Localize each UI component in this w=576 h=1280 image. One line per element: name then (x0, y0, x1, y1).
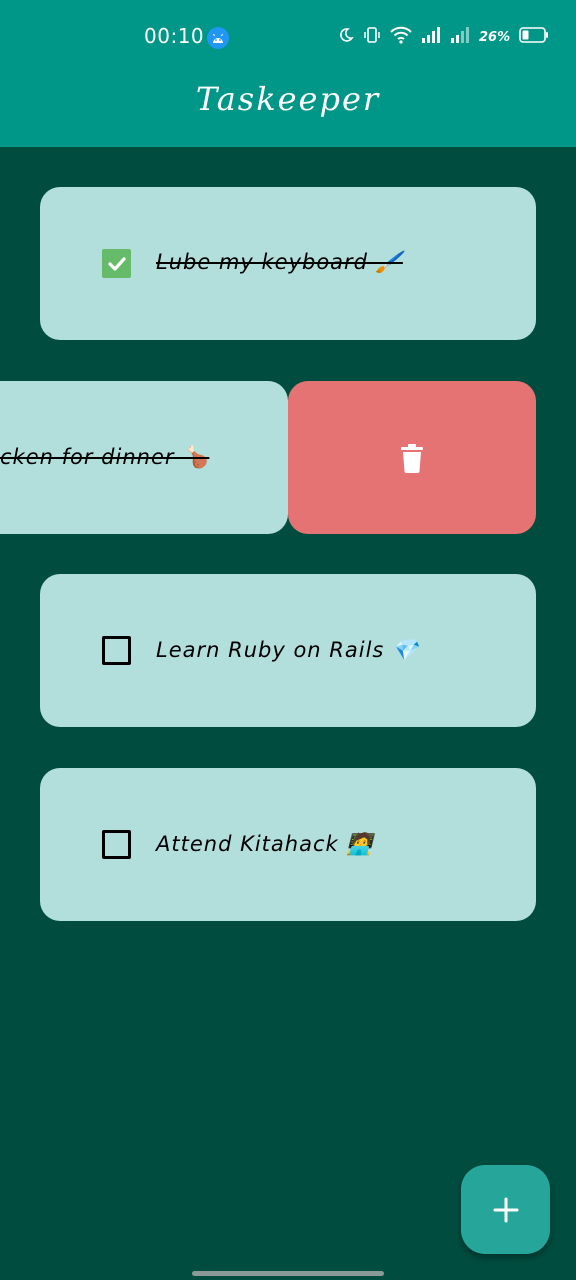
status-bar: 00:10 26% (0, 0, 576, 72)
task-checkbox[interactable] (102, 830, 131, 859)
task-card-swiped[interactable]: cken for dinner 🍗 (0, 381, 288, 534)
signal-icon (421, 27, 441, 47)
signal-icon-2 (450, 27, 470, 47)
task-card[interactable]: Attend Kitahack 🧑‍💻 (40, 768, 536, 921)
trash-icon (401, 443, 423, 473)
delete-task-button[interactable] (288, 381, 536, 534)
add-task-button[interactable] (461, 1165, 550, 1254)
task-label: Lube my keyboard 🖌️ (156, 250, 403, 274)
task-checkbox[interactable] (102, 636, 131, 665)
android-notification-icon (207, 27, 229, 49)
app-title: Taskeeper (195, 80, 381, 118)
status-icons: 26% (338, 26, 549, 48)
app-header: 00:10 26% Taskeeper (0, 0, 576, 147)
plus-icon (493, 1197, 518, 1222)
vibrate-icon (363, 26, 381, 48)
task-label: Attend Kitahack 🧑‍💻 (156, 832, 374, 856)
task-card[interactable]: Lube my keyboard 🖌️ (40, 187, 536, 340)
swiped-task-clip: cken for dinner 🍗 (0, 381, 288, 534)
battery-icon (519, 27, 549, 47)
task-checkbox[interactable] (102, 249, 131, 278)
task-label: Learn Ruby on Rails 💎 (156, 638, 420, 662)
wifi-icon (390, 26, 412, 48)
battery-percentage: 26% (479, 29, 511, 45)
moon-icon (338, 27, 354, 47)
task-card[interactable]: Learn Ruby on Rails 💎 (40, 574, 536, 727)
task-label: cken for dinner 🍗 (0, 445, 210, 469)
home-indicator[interactable] (192, 1271, 384, 1276)
check-icon (107, 256, 126, 271)
status-time: 00:10 (144, 24, 205, 48)
